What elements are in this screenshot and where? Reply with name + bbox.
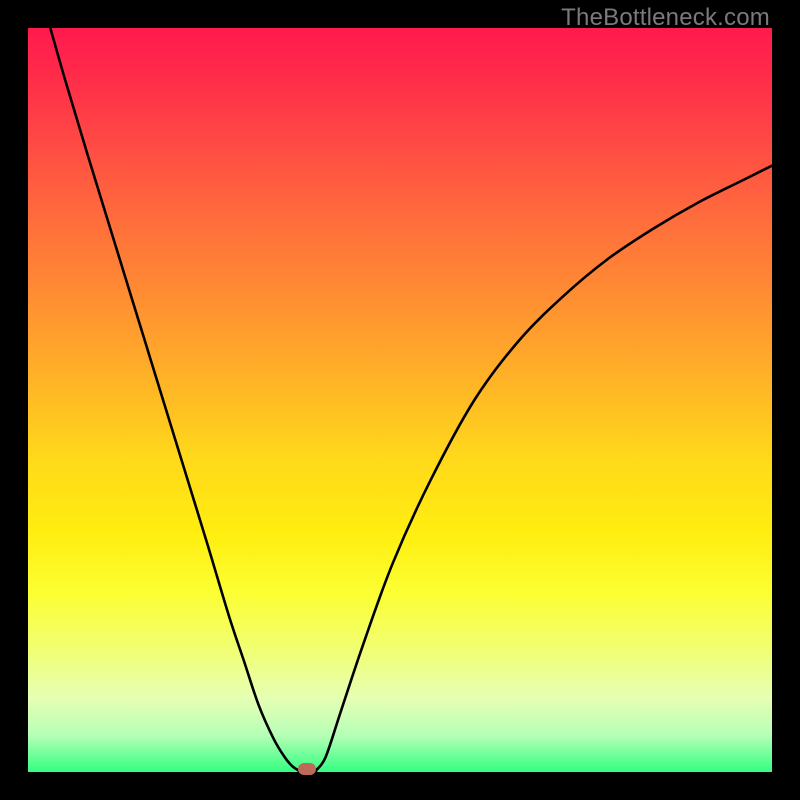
curve-path [50,28,772,772]
attribution-text: TheBottleneck.com [561,4,770,32]
plot-area [28,28,772,772]
bottleneck-curve [28,28,772,772]
optimum-marker [298,763,316,775]
chart-frame: TheBottleneck.com [0,0,800,800]
